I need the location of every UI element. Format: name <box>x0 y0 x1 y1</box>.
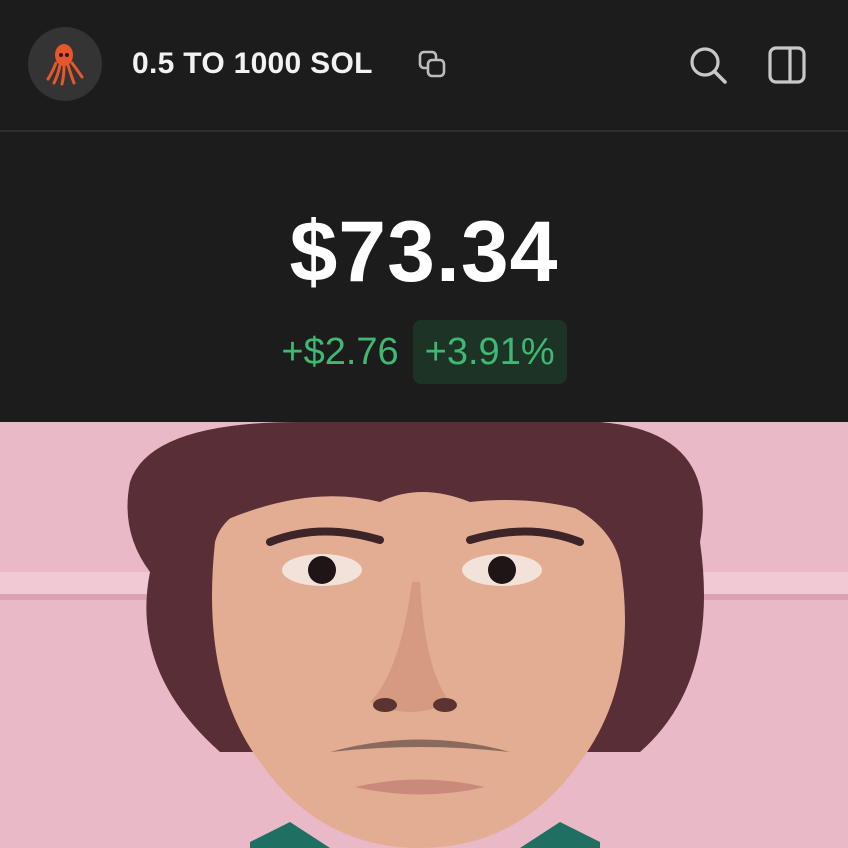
portrait-image <box>0 422 848 848</box>
header-bar: 0.5 TO 1000 SOL <box>0 0 848 132</box>
squid-icon <box>46 44 84 86</box>
search-button[interactable] <box>686 43 730 87</box>
price-change-absolute: +$2.76 <box>281 331 399 373</box>
search-icon <box>690 47 727 84</box>
copy-icon <box>418 50 446 78</box>
price-change-percent-badge: +3.91% <box>412 320 567 384</box>
token-title: 0.5 TO 1000 SOL <box>132 47 373 80</box>
side-panel-button[interactable] <box>765 43 809 87</box>
price-value: $73.34 <box>289 204 559 300</box>
sidebar-panel-icon <box>768 46 806 84</box>
price-change-row: +$2.76 +3.91% <box>0 320 848 384</box>
copy-button[interactable] <box>416 48 450 82</box>
token-image <box>0 422 848 848</box>
token-avatar[interactable] <box>28 27 102 101</box>
price-section: $73.34 +$2.76 +3.91% <box>0 132 848 422</box>
